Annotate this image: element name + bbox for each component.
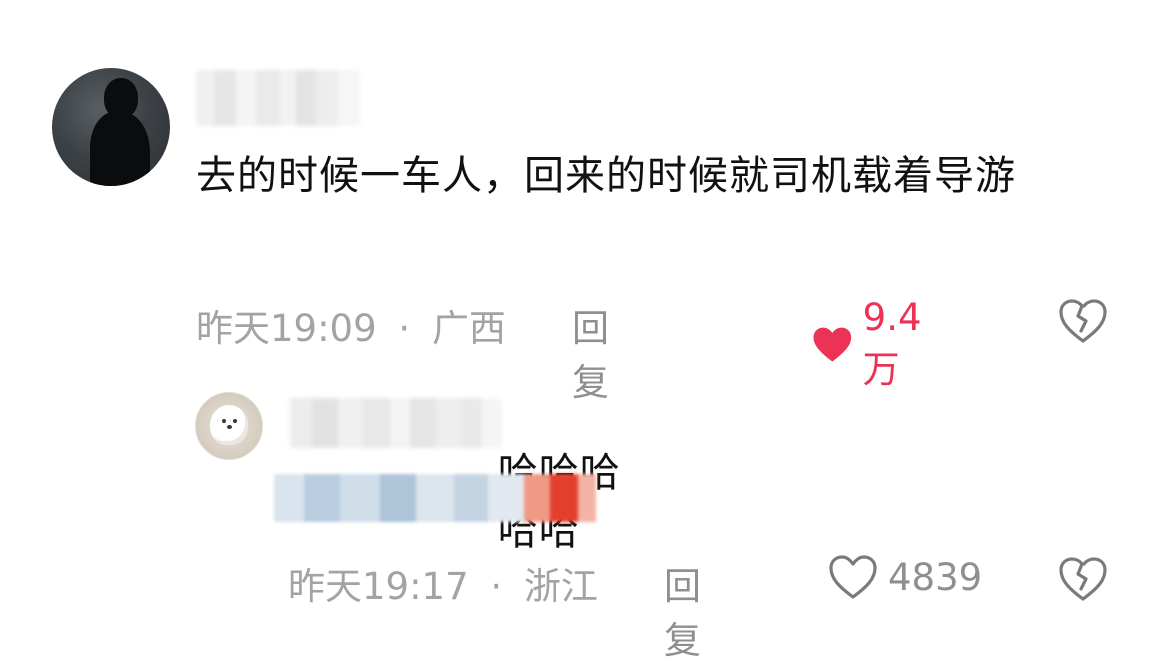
- puppy-eye: [222, 419, 226, 423]
- broken-heart-icon: [1059, 557, 1107, 601]
- like-count: 4839: [888, 555, 983, 599]
- puppy-eye: [233, 419, 237, 423]
- comment-time: 昨天19:09: [196, 307, 377, 350]
- like-button[interactable]: 9.4万: [812, 296, 935, 393]
- silhouette-body: [90, 112, 150, 186]
- broken-heart-icon: [1059, 299, 1107, 343]
- puppy-nose: [227, 425, 232, 429]
- comment-text: 去的时候一车人，回来的时候就司机载着导游: [196, 153, 1016, 199]
- username-blurred[interactable]: [196, 70, 360, 126]
- mention-blurred[interactable]: [274, 474, 596, 522]
- like-button[interactable]: 4839: [828, 554, 982, 600]
- comment-meta: 昨天19:09 · 广西: [196, 298, 506, 352]
- username-blurred[interactable]: [290, 398, 502, 448]
- comment-meta: 昨天19:17 · 浙江: [288, 556, 598, 610]
- like-count: 9.4万: [862, 296, 922, 391]
- heart-outline-icon: [829, 555, 877, 599]
- dislike-button[interactable]: [1058, 298, 1108, 348]
- reply-content: 哈哈哈哈哈: [274, 450, 639, 554]
- reply-button[interactable]: 回复: [572, 298, 609, 406]
- comment-location: 浙江: [523, 565, 598, 608]
- dislike-button[interactable]: [1058, 556, 1108, 606]
- reply-button[interactable]: 回复: [664, 556, 701, 664]
- meta-separator: ·: [490, 565, 503, 608]
- meta-separator: ·: [398, 307, 411, 350]
- user-avatar[interactable]: [195, 392, 263, 460]
- comment-time: 昨天19:17: [288, 565, 469, 608]
- heart-filled-icon: [813, 327, 852, 362]
- comment-location: 广西: [431, 307, 506, 350]
- user-avatar[interactable]: [52, 68, 170, 186]
